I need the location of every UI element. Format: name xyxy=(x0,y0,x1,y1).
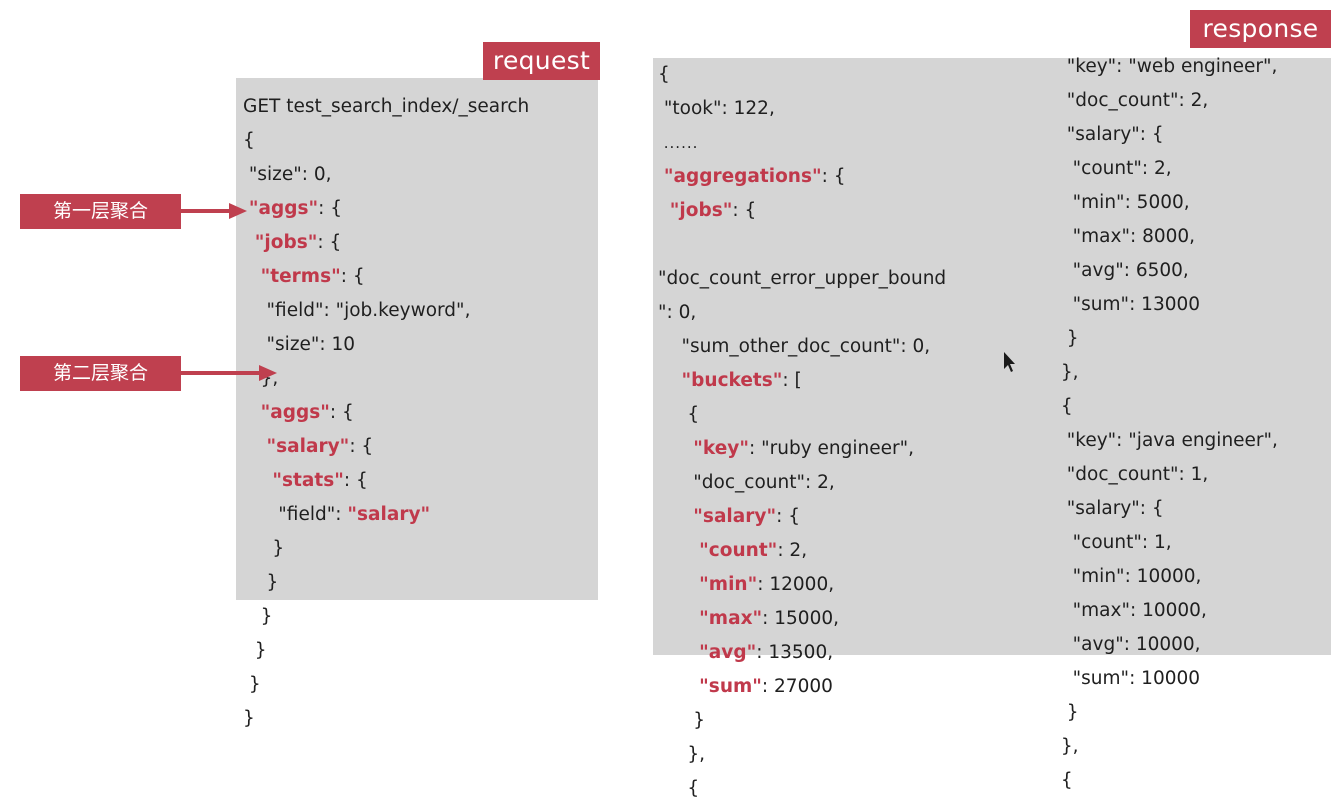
response-code-text-right-column: "key": "web engineer", "doc_count": 2, "… xyxy=(1055,50,1278,798)
response-badge: response xyxy=(1190,10,1331,48)
code-line: }, xyxy=(1055,362,1079,383)
code-line: "buckets": [ xyxy=(681,370,802,391)
code-line: "aggs": { xyxy=(248,198,343,219)
code-line: "doc_count": 2, xyxy=(693,472,835,493)
code-line: } xyxy=(243,606,273,627)
code-line: "key": "web engineer", xyxy=(1066,56,1278,77)
code-line: } xyxy=(243,640,267,661)
code-line: }, xyxy=(658,744,706,765)
code-line: "field": "salary" xyxy=(278,504,431,525)
code-line: "salary": { xyxy=(1066,124,1164,145)
code-line: "doc_count_error_upper_bound xyxy=(658,268,947,289)
code-line: "aggs": { xyxy=(260,402,354,423)
code-line: { xyxy=(658,404,700,425)
code-line: "count": 2, xyxy=(1072,158,1172,179)
code-line: "sum_other_doc_count": 0, xyxy=(681,336,931,357)
code-line: { xyxy=(243,130,255,151)
code-line: { xyxy=(658,64,670,85)
code-line: "avg": 10000, xyxy=(1072,634,1201,655)
code-line: "count": 1, xyxy=(1072,532,1172,553)
code-line: "max": 8000, xyxy=(1072,226,1196,247)
annotation-arrow-first-level-aggregation xyxy=(181,203,247,219)
annotation-label-second-level-aggregation: 第二层聚合 xyxy=(20,356,181,391)
code-line: "min": 12000, xyxy=(699,574,835,595)
code-line: }, xyxy=(1055,736,1079,757)
annotation-label-first-level-aggregation: 第一层聚合 xyxy=(20,194,181,229)
code-line: "avg": 6500, xyxy=(1072,260,1189,281)
code-line: "min": 10000, xyxy=(1072,566,1202,587)
code-line: "max": 10000, xyxy=(1072,600,1207,621)
code-line: "salary": { xyxy=(266,436,374,457)
code-line: } xyxy=(243,708,255,729)
annotation-arrow-second-level-aggregation xyxy=(181,365,277,381)
code-line: { xyxy=(658,778,700,799)
code-line: "doc_count": 2, xyxy=(1066,90,1209,111)
code-line: } xyxy=(658,710,706,731)
code-line: "salary": { xyxy=(1066,498,1164,519)
code-line: } xyxy=(1055,702,1079,723)
code-line: "jobs": { xyxy=(254,232,342,253)
code-line: "stats": { xyxy=(272,470,368,491)
code-line: ": 0, xyxy=(658,302,697,323)
code-line: "size": 0, xyxy=(248,164,332,185)
code-line: "took": 122, xyxy=(663,98,775,119)
code-line: } xyxy=(1055,328,1079,349)
code-line: "key": "java engineer", xyxy=(1066,430,1278,451)
request-code-text: GET test_search_index/_search { "size": 0… xyxy=(243,90,529,736)
code-line: "sum": 13000 xyxy=(1072,294,1201,315)
response-code-text-left-column: { "took": 122, ...... "aggregations": { … xyxy=(658,58,946,806)
code-line: }, xyxy=(260,368,279,389)
code-line: "min": 5000, xyxy=(1072,192,1190,213)
code-line: "key": "ruby engineer", xyxy=(693,438,915,459)
code-line: "field": "job.keyword", xyxy=(266,300,471,321)
code-line: "doc_count": 1, xyxy=(1066,464,1209,485)
code-line: "max": 15000, xyxy=(699,608,840,629)
code-line: ...... xyxy=(658,134,699,152)
code-line: { xyxy=(1055,396,1073,417)
code-line: } xyxy=(243,572,279,593)
mouse-cursor-icon xyxy=(1004,352,1015,372)
code-line: "count": 2, xyxy=(699,540,808,561)
code-line: "jobs": { xyxy=(669,200,757,221)
code-line: "aggregations": { xyxy=(663,166,846,187)
code-line: "salary": { xyxy=(693,506,800,527)
code-line: GET test_search_index/_search xyxy=(243,96,530,117)
code-line: { xyxy=(1055,770,1073,791)
code-line: "sum": 10000 xyxy=(1072,668,1201,689)
code-line: "sum": 27000 xyxy=(699,676,833,697)
code-line: } xyxy=(243,538,285,559)
code-line: "size": 10 xyxy=(266,334,356,355)
request-badge: request xyxy=(483,42,600,80)
code-line: "terms": { xyxy=(260,266,365,287)
code-line: } xyxy=(243,674,261,695)
